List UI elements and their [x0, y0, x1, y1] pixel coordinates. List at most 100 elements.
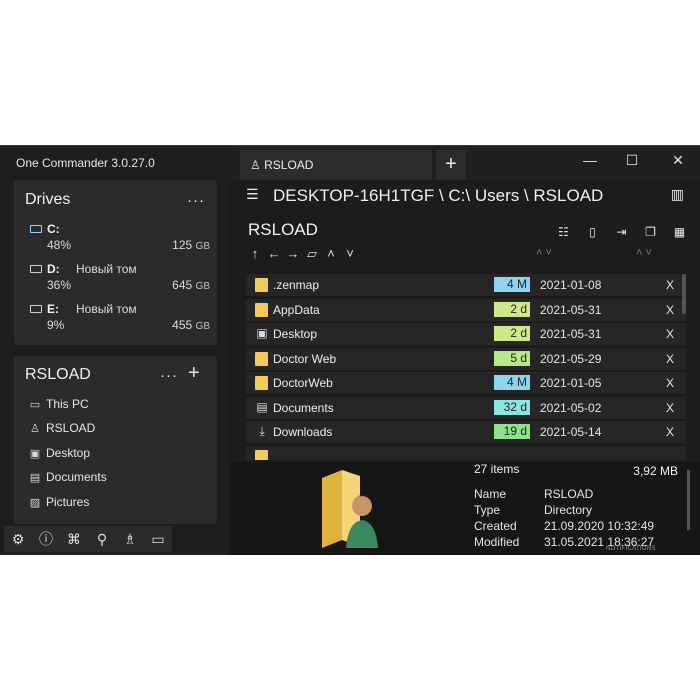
- place-label: RSLOAD: [46, 421, 96, 435]
- columns-view-icon[interactable]: ▥: [671, 186, 684, 203]
- hamburger-menu-icon[interactable]: ☰: [246, 186, 259, 203]
- chevron-up-icon[interactable]: ˄: [324, 246, 338, 262]
- file-row[interactable]: Doctor Web 5 d 2021-05-29 X: [246, 348, 686, 370]
- age-badge: 2 d: [494, 302, 530, 317]
- minimize-button[interactable]: —: [578, 152, 602, 168]
- user-folder-icon: [322, 470, 378, 548]
- drive-c[interactable]: C: 48% 125 GB: [30, 222, 210, 260]
- remove-button[interactable]: X: [666, 401, 674, 415]
- places-title: RSLOAD: [25, 366, 91, 383]
- file-row[interactable]: [246, 446, 686, 460]
- file-name: Downloads: [273, 425, 333, 439]
- prop-label: Modified: [474, 535, 520, 549]
- tab-rsload[interactable]: ♙ RSLOAD: [240, 150, 432, 180]
- drive-name: Новый том: [76, 262, 137, 276]
- items-count: 27 items: [474, 462, 520, 476]
- remove-button[interactable]: X: [666, 425, 674, 439]
- remove-button[interactable]: X: [666, 278, 674, 292]
- network-icon[interactable]: ⌘: [60, 526, 88, 552]
- close-button[interactable]: ✕: [666, 152, 690, 169]
- drive-letter: E:: [47, 302, 59, 316]
- prop-label: Created: [474, 519, 517, 533]
- new-folder-icon[interactable]: ▱: [305, 246, 319, 262]
- maximize-button[interactable]: ☐: [620, 152, 644, 169]
- theme-icon[interactable]: ♗: [116, 526, 144, 552]
- file-date: 2021-05-29: [540, 352, 602, 366]
- info-panel: 27 items 3,92 MB Name RSLOAD Type Direct…: [230, 462, 700, 555]
- file-row[interactable]: DoctorWeb 4 M 2021-01-05 X: [246, 372, 686, 394]
- search-icon[interactable]: ⚲: [88, 526, 116, 552]
- place-documents[interactable]: ▤ Documents: [28, 467, 107, 487]
- remove-button[interactable]: X: [666, 327, 674, 341]
- drive-d[interactable]: D: Новый том 36% 645 GB: [30, 262, 210, 300]
- age-badge: 4 M: [494, 375, 530, 390]
- file-name: Doctor Web: [273, 352, 337, 366]
- drives-panel: Drives ··· C: 48% 125 GB D: Новый том 36…: [14, 180, 217, 345]
- pictures-icon: ▨: [29, 497, 41, 509]
- age-badge: 32 d: [494, 400, 530, 415]
- file-date: 2021-05-14: [540, 425, 602, 439]
- folder-icon: [255, 352, 268, 366]
- file-toolbar: ☷ ▯ ⇥ ❐ ▦: [552, 223, 691, 241]
- prop-value: Directory: [544, 503, 593, 517]
- paste-icon[interactable]: ▦: [668, 223, 691, 241]
- new-tab-button[interactable]: +: [436, 150, 466, 180]
- drive-name: Новый том: [76, 302, 137, 316]
- sort-chevrons-icon[interactable]: ˄ ˅: [636, 247, 652, 259]
- drive-icon: [30, 265, 42, 273]
- remove-button[interactable]: X: [666, 303, 674, 317]
- place-label: Pictures: [46, 495, 90, 509]
- window-layout-icon[interactable]: ▭: [144, 526, 172, 552]
- file-date: 2021-01-05: [540, 376, 602, 390]
- app-title: One Commander 3.0.27.0: [16, 156, 155, 170]
- file-row[interactable]: ▣ Desktop 2 d 2021-05-31 X: [246, 323, 686, 345]
- prop-value: 21.09.2020 10:32:49: [544, 519, 655, 533]
- file-date: 2021-05-02: [540, 401, 602, 415]
- file-date: 2021-05-31: [540, 303, 602, 317]
- age-badge: 2 d: [494, 326, 530, 341]
- notifications-label[interactable]: NOTIFICATIONS: [606, 546, 656, 552]
- forward-arrow-icon[interactable]: →: [286, 246, 300, 262]
- list-view-icon[interactable]: ☷: [552, 223, 575, 241]
- breadcrumb[interactable]: DESKTOP-16H1TGF \ C:\ Users \ RSLOAD: [273, 186, 603, 206]
- desktop-icon: ▣: [256, 326, 268, 340]
- up-arrow-icon[interactable]: ↑: [248, 246, 262, 262]
- folder-icon: [255, 376, 268, 390]
- remove-button[interactable]: X: [666, 376, 674, 390]
- user-icon: ♙: [250, 158, 265, 172]
- place-desktop[interactable]: ▣ Desktop: [28, 443, 90, 463]
- info-icon[interactable]: ⓘ: [32, 526, 60, 552]
- file-name: AppData: [273, 303, 320, 317]
- file-row[interactable]: ▤ Documents 32 d 2021-05-02 X: [246, 397, 686, 419]
- settings-gear-icon[interactable]: ⚙: [4, 526, 32, 552]
- right-pane: ♙ RSLOAD + — ☐ ✕ ☰ DESKTOP-16H1TGF \ C:\…: [230, 146, 700, 555]
- file-row[interactable]: AppData 2 d 2021-05-31 X: [246, 299, 686, 321]
- folder-icon: [255, 278, 268, 292]
- drive-size: 645 GB: [172, 278, 210, 292]
- folder-icon: [255, 450, 268, 460]
- drive-letter: C:: [47, 222, 60, 236]
- chevron-down-icon[interactable]: ˅: [343, 246, 357, 262]
- desktop-icon: ▣: [29, 448, 41, 460]
- place-pictures[interactable]: ▨ Pictures: [28, 492, 90, 512]
- copy-icon[interactable]: ❐: [639, 223, 662, 241]
- file-row[interactable]: .zenmap 4 M 2021-01-08 X: [246, 274, 686, 296]
- folder-icon: [255, 303, 268, 317]
- place-this-pc[interactable]: ▭ This PC: [28, 394, 89, 414]
- file-row[interactable]: ⤓ Downloads 19 d 2021-05-14 X: [246, 421, 686, 443]
- places-menu-button[interactable]: ···: [160, 367, 178, 384]
- sort-chevrons-icon[interactable]: ˄ ˅: [536, 247, 552, 259]
- new-file-icon[interactable]: ▯: [581, 223, 604, 241]
- vertical-scrollbar[interactable]: [682, 274, 686, 314]
- add-place-button[interactable]: +: [188, 362, 201, 385]
- age-badge: 19 d: [494, 424, 530, 439]
- move-icon[interactable]: ⇥: [610, 223, 633, 241]
- place-rsload[interactable]: ♙ RSLOAD: [28, 418, 95, 438]
- drives-menu-button[interactable]: ···: [187, 192, 205, 209]
- file-date: 2021-05-31: [540, 327, 602, 341]
- back-arrow-icon[interactable]: ←: [267, 246, 281, 262]
- info-scrollbar[interactable]: [687, 470, 690, 530]
- tab-bar: ♙ RSLOAD + — ☐ ✕: [230, 146, 700, 180]
- remove-button[interactable]: X: [666, 352, 674, 366]
- drive-e[interactable]: E: Новый том 9% 455 GB: [30, 302, 210, 340]
